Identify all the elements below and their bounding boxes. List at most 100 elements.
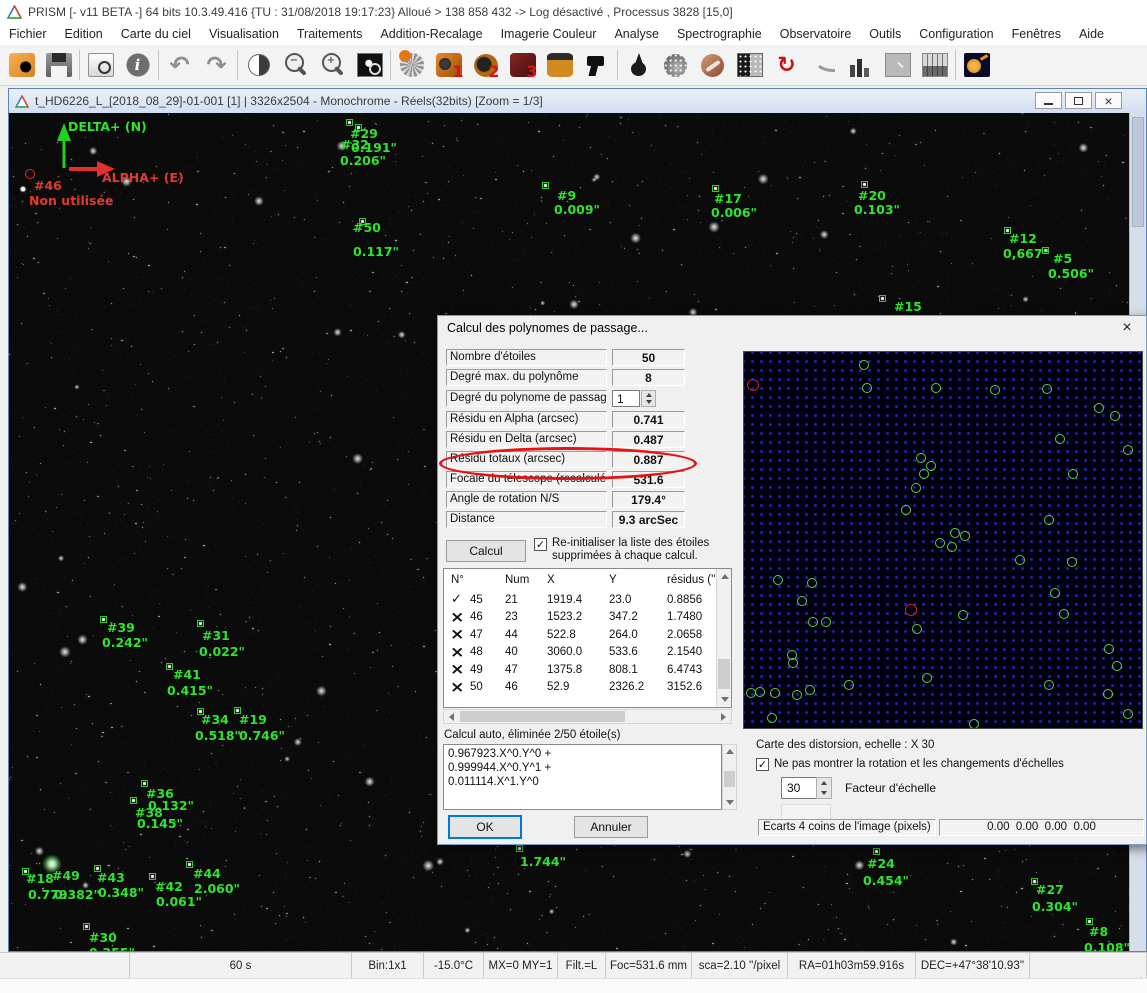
table-horizontal-scrollbar[interactable] — [443, 709, 732, 724]
save-glyph — [46, 53, 72, 77]
menu-addition-recalage[interactable]: Addition-Recalage — [371, 27, 491, 41]
ccd-lens-glyph — [547, 53, 573, 77]
toolbar-separator — [237, 50, 238, 80]
menu-observatoire[interactable]: Observatoire — [771, 27, 861, 41]
distortion-star-circle — [792, 690, 802, 700]
field-row-1: Degré max. du polynôme8 — [446, 369, 696, 386]
scroll-up-arrow[interactable] — [723, 745, 736, 758]
scroll-down-arrow[interactable] — [723, 796, 736, 809]
ccd-lens-icon[interactable] — [541, 47, 578, 83]
scale-factor-value[interactable]: 30 — [781, 777, 817, 799]
image-info-icon[interactable] — [82, 47, 119, 83]
cell-n: 48 — [470, 646, 483, 658]
degree-spinner-value[interactable]: 1 — [612, 390, 640, 407]
histogram-3d-icon[interactable] — [842, 47, 879, 83]
undo-icon[interactable] — [161, 47, 198, 83]
dialog-close-button[interactable]: × — [1113, 318, 1141, 337]
autoguider-icon[interactable] — [578, 47, 615, 83]
star-marker — [861, 181, 868, 188]
camera-1-icon[interactable] — [430, 47, 467, 83]
menu-fichier[interactable]: Fichier — [0, 27, 56, 41]
open-image-icon[interactable] — [3, 47, 40, 83]
distortion-star-circle — [807, 578, 817, 588]
auto-stretch-icon[interactable] — [351, 47, 388, 83]
star-marker — [542, 182, 549, 189]
spectro-profile-icon[interactable] — [916, 47, 953, 83]
focus-gear-icon[interactable] — [393, 47, 430, 83]
cell-x: 52.9 — [547, 681, 609, 693]
dialog-title-bar[interactable]: Calcul des polynomes de passage... — [438, 316, 1146, 340]
menu-edition[interactable]: Edition — [56, 27, 112, 41]
cell-x: 522.8 — [547, 629, 609, 641]
dome-gear-icon[interactable] — [958, 47, 995, 83]
menu-fen-tres[interactable]: Fenêtres — [1003, 27, 1070, 41]
ok-button[interactable]: OK — [448, 815, 522, 839]
tools-wrench-icon[interactable] — [694, 47, 731, 83]
menu-analyse[interactable]: Analyse — [605, 27, 667, 41]
restore-button[interactable] — [1065, 92, 1092, 109]
spinner-down-icon[interactable] — [642, 399, 655, 407]
zoom-in-icon[interactable] — [314, 47, 351, 83]
growth-curve-icon[interactable] — [805, 47, 842, 83]
minimize-button[interactable] — [1035, 92, 1062, 109]
scroll-down-arrow[interactable] — [717, 692, 732, 707]
cancel-button[interactable]: Annuler — [574, 816, 648, 838]
menu-configuration[interactable]: Configuration — [910, 27, 1002, 41]
prism-logo-icon — [7, 5, 22, 19]
reinit-checkbox[interactable]: ✓ — [534, 538, 547, 551]
derotate-icon[interactable] — [768, 47, 805, 83]
table-row-46[interactable]: ×46231523.2347.21.7480 — [444, 609, 731, 627]
distortion-star-circle — [1103, 689, 1113, 699]
growth-curve-glyph — [811, 53, 837, 77]
camera-2-icon[interactable] — [467, 47, 504, 83]
menu-carte-du-ciel[interactable]: Carte du ciel — [112, 27, 200, 41]
spinner-up-icon[interactable] — [642, 391, 655, 399]
zoom-out-icon[interactable] — [277, 47, 314, 83]
table-row-49[interactable]: ×49471375.8808.16.4743 — [444, 661, 731, 679]
polynomial-line: 0.011114.X^1.Y^0 — [448, 775, 705, 789]
close-window-button[interactable]: × — [1095, 92, 1122, 109]
check-mark-icon: ✓ — [451, 593, 464, 606]
star-label: Non utilisée — [29, 193, 113, 208]
polynomial-textarea[interactable]: 0.967923.X^0.Y^0 +0.999944.X^0.Y^1 +0.01… — [443, 744, 722, 810]
blink-compare-icon[interactable] — [731, 47, 768, 83]
menu-traitements[interactable]: Traitements — [288, 27, 372, 41]
star-label: #49 — [52, 868, 80, 883]
distortion-star-circle — [1042, 384, 1052, 394]
polynomial-scrollbar[interactable] — [722, 744, 737, 810]
redo-icon[interactable] — [198, 47, 235, 83]
scrollbar-thumb[interactable] — [724, 771, 735, 787]
scrollbar-thumb[interactable] — [718, 659, 730, 689]
spinner-down-icon[interactable] — [817, 788, 831, 798]
table-row-47[interactable]: ×4744522.8264.02.0658 — [444, 626, 731, 644]
info-icon[interactable] — [119, 47, 156, 83]
calcul-button[interactable]: Calcul — [446, 540, 526, 562]
app-title-bar[interactable]: PRISM [- v11 BETA -] 64 bits 10.3.49.416… — [0, 0, 1147, 23]
column-header-1: Num — [505, 574, 547, 586]
distortion-star-circle — [788, 658, 798, 668]
menu-imagerie-couleur[interactable]: Imagerie Couleur — [492, 27, 606, 41]
camera-3-icon[interactable] — [504, 47, 541, 83]
polynomial-line: 0.967923.X^0.Y^0 + — [448, 747, 705, 761]
table-row-50[interactable]: ×504652.92326.23152.6 — [444, 679, 731, 697]
hide-rotation-checkbox[interactable]: ✓ — [756, 758, 769, 771]
save-icon[interactable] — [40, 47, 77, 83]
menu-outils[interactable]: Outils — [860, 27, 910, 41]
menu-spectrographie[interactable]: Spectrographie — [668, 27, 771, 41]
flat-panel-icon[interactable] — [879, 47, 916, 83]
contrast-icon[interactable] — [240, 47, 277, 83]
spinner-up-icon[interactable] — [817, 778, 831, 788]
menu-visualisation[interactable]: Visualisation — [200, 27, 288, 41]
table-row-48[interactable]: ×48403060.0533.62.1540 — [444, 644, 731, 662]
photometry-drop-icon[interactable] — [620, 47, 657, 83]
scroll-up-arrow[interactable] — [717, 569, 732, 584]
scrollbar-thumb[interactable] — [460, 711, 625, 722]
menu-aide[interactable]: Aide — [1070, 27, 1113, 41]
star-sphere-icon[interactable] — [657, 47, 694, 83]
table-vertical-scrollbar[interactable] — [716, 569, 731, 707]
scroll-left-arrow[interactable] — [444, 710, 459, 723]
scroll-right-arrow[interactable] — [716, 710, 731, 723]
table-row-45[interactable]: ✓45211919.423.00.8856 — [444, 591, 731, 609]
scrollbar-thumb[interactable] — [1132, 117, 1144, 227]
image-window-title-bar[interactable]: t_HD6226_L_[2018_08_29]-01-001 [1] | 332… — [9, 89, 1146, 113]
